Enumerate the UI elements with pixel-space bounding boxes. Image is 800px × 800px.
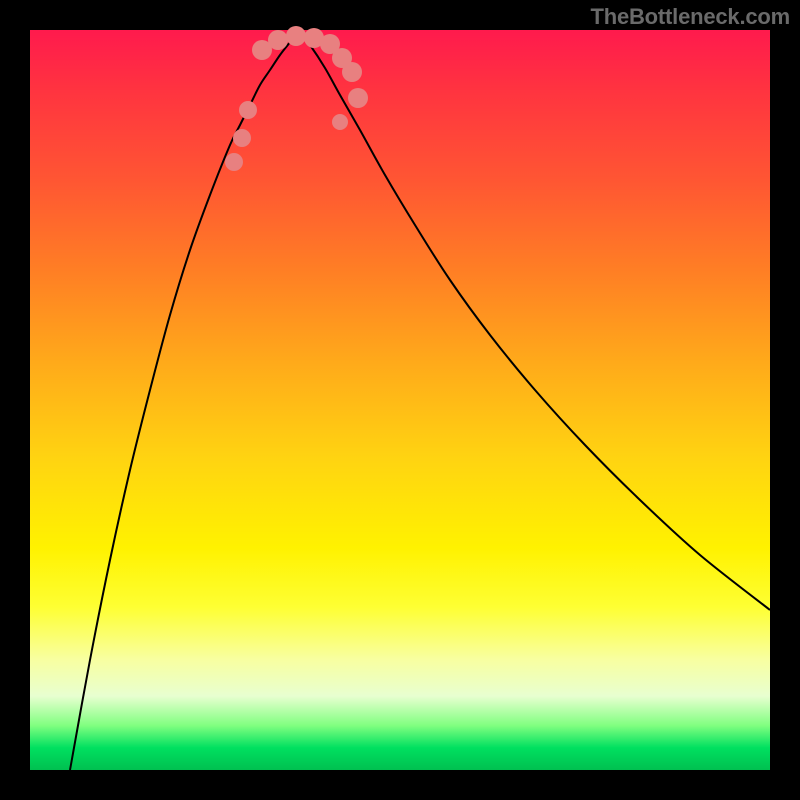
curve-right-curve — [298, 30, 770, 610]
scatter-point — [286, 26, 306, 46]
scatter-point — [268, 30, 288, 50]
scatter-point — [332, 114, 348, 130]
scatter-point — [348, 88, 368, 108]
marker-group — [225, 26, 368, 171]
chart-svg — [30, 30, 770, 770]
scatter-point — [239, 101, 257, 119]
plot-area — [30, 30, 770, 770]
scatter-point — [233, 129, 251, 147]
scatter-point — [225, 153, 243, 171]
watermark-text: TheBottleneck.com — [590, 4, 790, 30]
curve-group — [70, 30, 770, 770]
scatter-point — [342, 62, 362, 82]
curve-left-curve — [70, 30, 298, 770]
